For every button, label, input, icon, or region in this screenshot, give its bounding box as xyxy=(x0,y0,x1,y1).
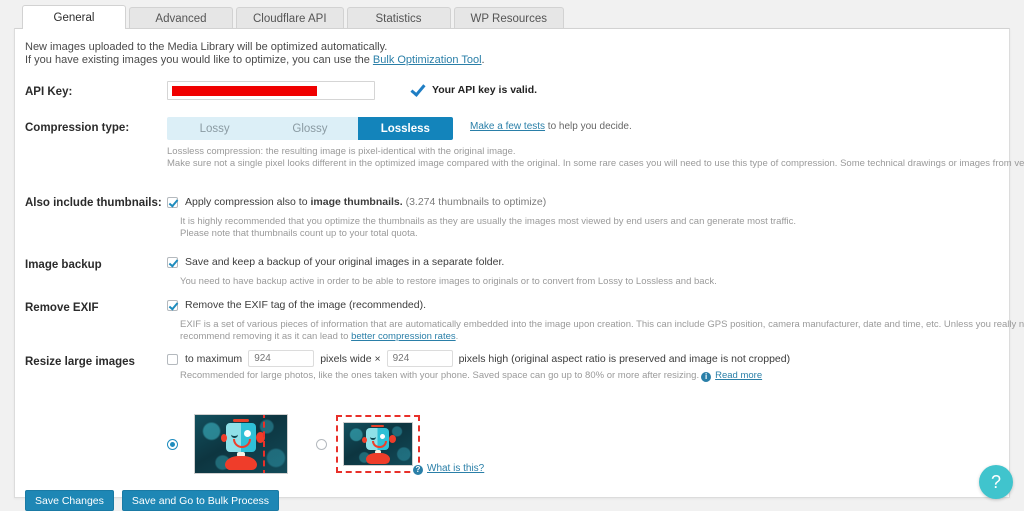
image-backup-text: Save and keep a backup of your original … xyxy=(185,256,505,268)
resize-large-images-group: to maximum pixels wide × pixels high (or… xyxy=(167,350,790,367)
tab-statistics[interactable]: Statistics xyxy=(346,7,451,29)
compression-option-lossy[interactable]: Lossy xyxy=(167,117,263,140)
thumbnails-count: (3.274 thumbnails to optimize) xyxy=(405,196,547,208)
read-more-link[interactable]: Read more xyxy=(715,370,762,381)
include-thumbnails-group: Apply compression also to image thumbnai… xyxy=(167,196,546,208)
api-key-status-text: Your API key is valid. xyxy=(432,83,538,96)
robot-ear-left xyxy=(221,434,227,442)
compression-type-label: Compression type: xyxy=(25,122,130,134)
resize-after-text: pixels high (original aspect ratio is pr… xyxy=(458,352,791,365)
compression-option-glossy[interactable]: Glossy xyxy=(262,117,358,140)
resize-preview-preserve[interactable] xyxy=(194,414,288,474)
thumbnails-description-2: Please note that thumbnails count up to … xyxy=(180,228,418,239)
robot-eye-left xyxy=(231,431,238,438)
remove-exif-description-1: EXIF is a set of various pieces of infor… xyxy=(180,319,1024,330)
robot-ear-right xyxy=(389,435,396,443)
resize-large-images-label: Resize large images xyxy=(25,356,135,368)
remove-exif-description-2: recommend removing it as it can lead to … xyxy=(180,331,459,342)
robot-ear-right xyxy=(256,432,265,443)
settings-panel: New images uploaded to the Media Library… xyxy=(14,28,1024,511)
compression-description-2: Make sure not a single pixel looks diffe… xyxy=(167,158,1024,169)
what-is-this-row: ? What is this? xyxy=(411,463,484,475)
resize-large-images-checkbox[interactable] xyxy=(167,353,178,365)
resize-preview-crop[interactable] xyxy=(336,415,420,473)
resize-description: Recommended for large photos, like the o… xyxy=(180,370,763,382)
remove-exif-checkbox[interactable] xyxy=(167,300,178,311)
api-key-label: API Key: xyxy=(25,86,73,98)
resize-mode-chooser xyxy=(167,414,420,474)
robot-image-preserve xyxy=(194,414,288,474)
intro-text: New images uploaded to the Media Library… xyxy=(25,41,485,66)
include-thumbnails-text: Apply compression also to xyxy=(185,196,311,208)
compression-option-lossless[interactable]: Lossless xyxy=(357,117,453,140)
save-changes-button[interactable]: Save Changes xyxy=(25,490,114,511)
include-thumbnails-label: Also include thumbnails: xyxy=(25,197,162,209)
tab-label: Statistics xyxy=(375,12,422,25)
resize-inputs-row: to maximum pixels wide × pixels high (or… xyxy=(167,350,790,367)
remove-exif-label: Remove EXIF xyxy=(25,302,99,314)
resize-mode-preserve-radio[interactable] xyxy=(167,438,178,450)
thumbnails-description-1: It is highly recommended that you optimi… xyxy=(180,216,797,227)
image-backup-label: Image backup xyxy=(25,259,102,271)
robot-eye-left xyxy=(370,434,376,440)
tab-bar: General Advanced Cloudflare API Statisti… xyxy=(0,0,1024,29)
robot-body xyxy=(225,456,257,470)
robot-image-crop xyxy=(343,422,413,466)
info-icon: ? xyxy=(413,465,423,475)
image-backup-description: You need to have backup active in order … xyxy=(180,276,717,287)
tab-general[interactable]: General xyxy=(22,5,126,29)
remove-exif-text: Remove the EXIF tag of the image (recomm… xyxy=(185,299,427,311)
make-a-few-tests-link[interactable]: Make a few tests xyxy=(470,121,545,132)
footer-actions: Save Changes Save and Go to Bulk Process xyxy=(25,490,280,511)
include-thumbnails-checkbox[interactable] xyxy=(167,197,178,208)
image-backup-row: Save and keep a backup of your original … xyxy=(167,256,504,268)
tab-wp-resources[interactable]: WP Resources xyxy=(453,7,564,29)
remove-exif-row: Remove the EXIF tag of the image (recomm… xyxy=(167,299,426,311)
tab-label: General xyxy=(53,11,95,24)
include-thumbnails-row: Apply compression also to image thumbnai… xyxy=(167,196,546,208)
api-key-redaction-overlay xyxy=(172,86,317,96)
tab-label: Advanced xyxy=(155,12,207,25)
compression-type-switch: Lossy Glossy Lossless xyxy=(167,117,453,140)
api-key-field-group: Your API key is valid. xyxy=(167,81,537,100)
robot-antenna xyxy=(371,425,384,427)
tab-advanced[interactable]: Advanced xyxy=(129,7,233,29)
resize-width-input[interactable] xyxy=(248,350,315,367)
tab-cloudflare-api[interactable]: Cloudflare API xyxy=(236,7,344,29)
compression-aside: Make a few tests to help you decide. xyxy=(470,121,632,132)
compression-type-group: Lossy Glossy Lossless Make a few tests t… xyxy=(167,117,632,140)
robot-eye-right xyxy=(244,430,251,437)
info-icon: i xyxy=(701,372,712,382)
api-key-input[interactable] xyxy=(167,81,375,100)
resize-between-text: pixels wide × xyxy=(320,352,381,365)
resize-height-input[interactable] xyxy=(386,350,453,367)
save-and-bulk-process-button[interactable]: Save and Go to Bulk Process xyxy=(121,490,280,511)
robot-eye-right xyxy=(380,434,385,439)
robot-body xyxy=(366,453,390,464)
resize-to-maximum-text: to maximum xyxy=(185,352,243,365)
what-is-this-link[interactable]: What is this? xyxy=(427,463,484,474)
help-button[interactable]: ? xyxy=(979,465,1013,499)
robot-ear-left xyxy=(362,437,367,443)
robot-antenna xyxy=(233,419,249,422)
better-compression-rates-link[interactable]: better compression rates xyxy=(351,331,456,342)
api-key-status: Your API key is valid. xyxy=(410,82,537,97)
intro-line-1: New images uploaded to the Media Library… xyxy=(25,41,388,53)
image-backup-group: Save and keep a backup of your original … xyxy=(167,256,504,268)
include-thumbnails-text-bold: image thumbnails. xyxy=(310,196,403,208)
intro-line-2: If you have existing images you would li… xyxy=(25,53,485,66)
image-backup-checkbox[interactable] xyxy=(167,257,178,268)
check-icon xyxy=(410,82,425,97)
compression-description-1: Lossless compression: the resulting imag… xyxy=(167,146,516,157)
plugin-settings-screen: General Advanced Cloudflare API Statisti… xyxy=(0,0,1024,511)
tab-label: Cloudflare API xyxy=(253,12,327,25)
bulk-optimization-tool-link[interactable]: Bulk Optimization Tool xyxy=(373,54,482,66)
resize-mode-crop-radio[interactable] xyxy=(316,438,327,450)
tab-label: WP Resources xyxy=(470,12,547,25)
remove-exif-group: Remove the EXIF tag of the image (recomm… xyxy=(167,299,426,311)
